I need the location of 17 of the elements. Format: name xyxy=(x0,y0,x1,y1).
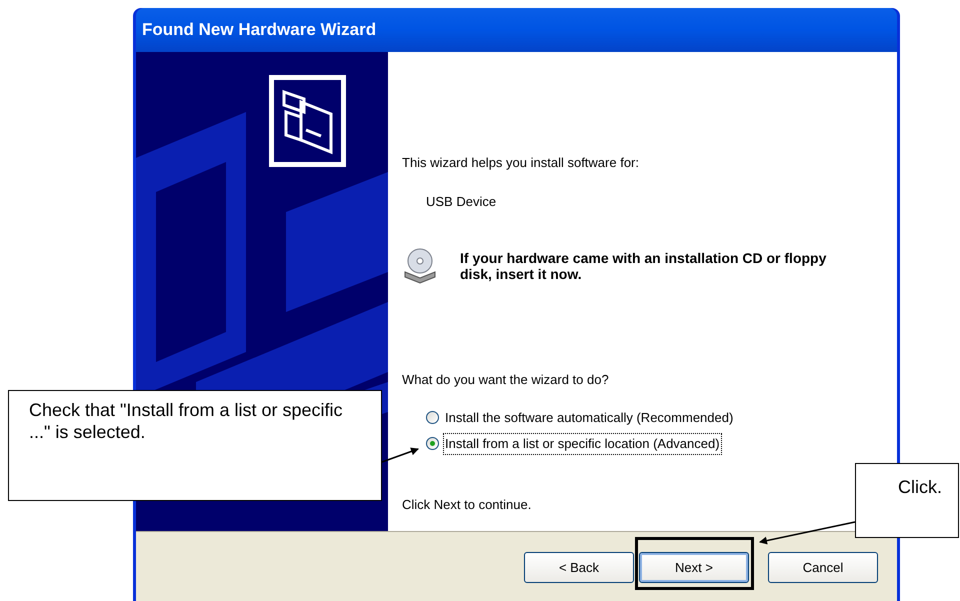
option-label[interactable]: Install from a list or specific location (Advanced) xyxy=(443,433,722,454)
radio-button[interactable] xyxy=(426,437,439,450)
cd-drive-icon xyxy=(402,248,438,284)
option-label[interactable]: Install the software automatically (Recommended) xyxy=(443,406,736,428)
wizard-button[interactable]: < Back xyxy=(524,552,634,583)
callout-box: Check that "Install from a list or specific ..." is selected. xyxy=(8,390,382,501)
callout-box: Click. xyxy=(855,463,959,538)
question-text: What do you want the wizard to do? xyxy=(402,371,610,389)
wizard-button[interactable]: Next > xyxy=(639,552,749,583)
wizard-button[interactable]: Cancel xyxy=(768,552,878,583)
window-title: Found New Hardware Wizard xyxy=(142,19,376,42)
device-name: USB Device xyxy=(426,192,498,210)
leader-line xyxy=(382,448,419,463)
cd-prompt: If your hardware came with an installation CD or floppy disk, insert it now. xyxy=(460,250,828,282)
intro-text: This wizard helps you install software for: xyxy=(402,154,640,172)
radio-button[interactable] xyxy=(426,410,439,424)
hint-text: Click Next to continue. xyxy=(402,496,532,514)
